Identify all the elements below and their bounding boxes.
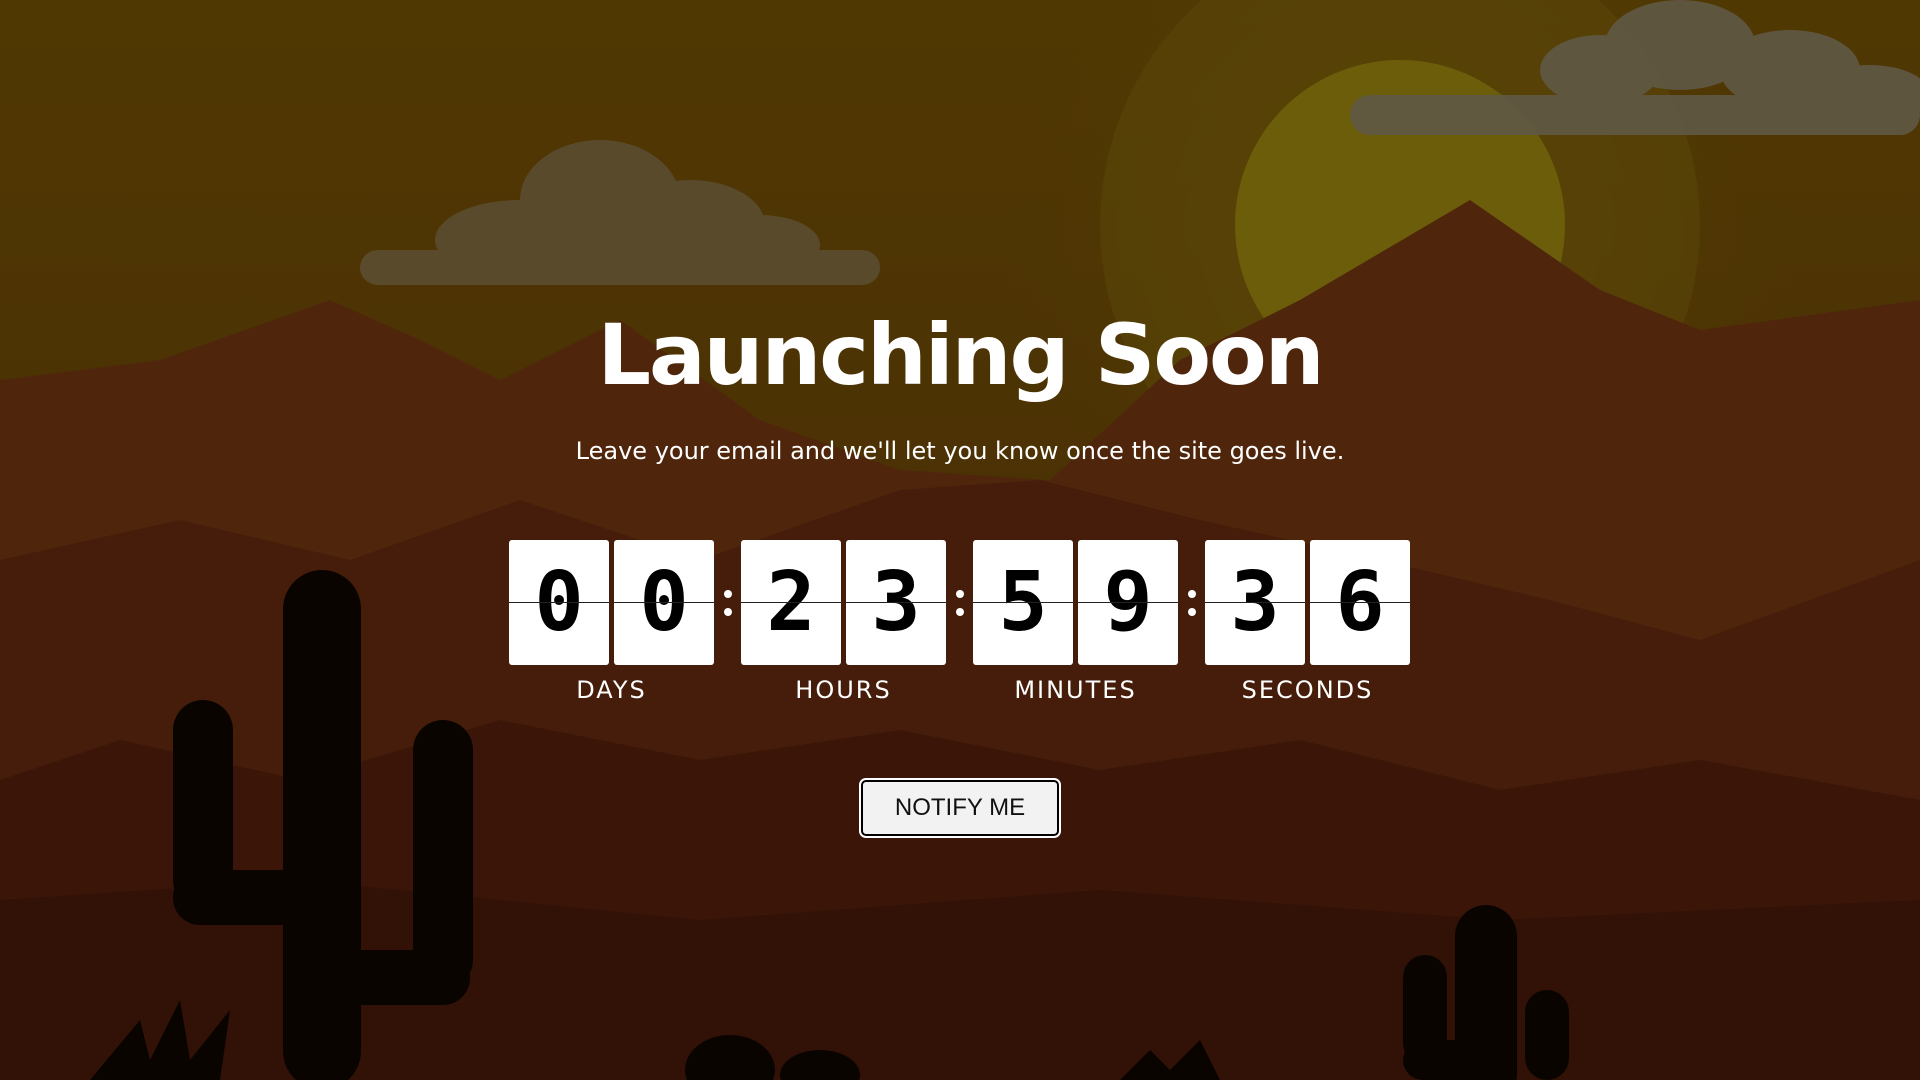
hours-digit-1: 2 [741,540,841,665]
countdown-hours: 2 3 HOURS [741,540,946,707]
minutes-label: MINUTES [1014,676,1137,704]
countdown-days: 0 0 DAYS [509,540,714,707]
hours-label: HOURS [795,676,892,704]
countdown-timer: 0 0 DAYS 2 3 HOURS 5 9 MINUTES 3 6 SECON… [509,540,1410,710]
notify-me-button[interactable]: NOTIFY ME [859,778,1061,838]
page-title: Launching Soon [597,306,1324,404]
seconds-label: SECONDS [1241,676,1374,704]
minutes-digit-1: 5 [973,540,1073,665]
minutes-digit-2: 9 [1078,540,1178,665]
page-subtitle: Leave your email and we'll let you know … [575,437,1345,465]
separator-colon [714,540,741,665]
seconds-digit-2: 6 [1310,540,1410,665]
days-digit-1: 0 [509,540,609,665]
countdown-seconds: 3 6 SECONDS [1205,540,1410,707]
countdown-minutes: 5 9 MINUTES [973,540,1178,707]
days-digit-2: 0 [614,540,714,665]
separator-colon [946,540,973,665]
hours-digit-2: 3 [846,540,946,665]
seconds-digit-1: 3 [1205,540,1305,665]
content: Launching Soon Leave your email and we'l… [0,0,1920,1080]
separator-colon [1178,540,1205,665]
launch-page: Launching Soon Leave your email and we'l… [0,0,1920,1080]
days-label: DAYS [576,676,647,704]
